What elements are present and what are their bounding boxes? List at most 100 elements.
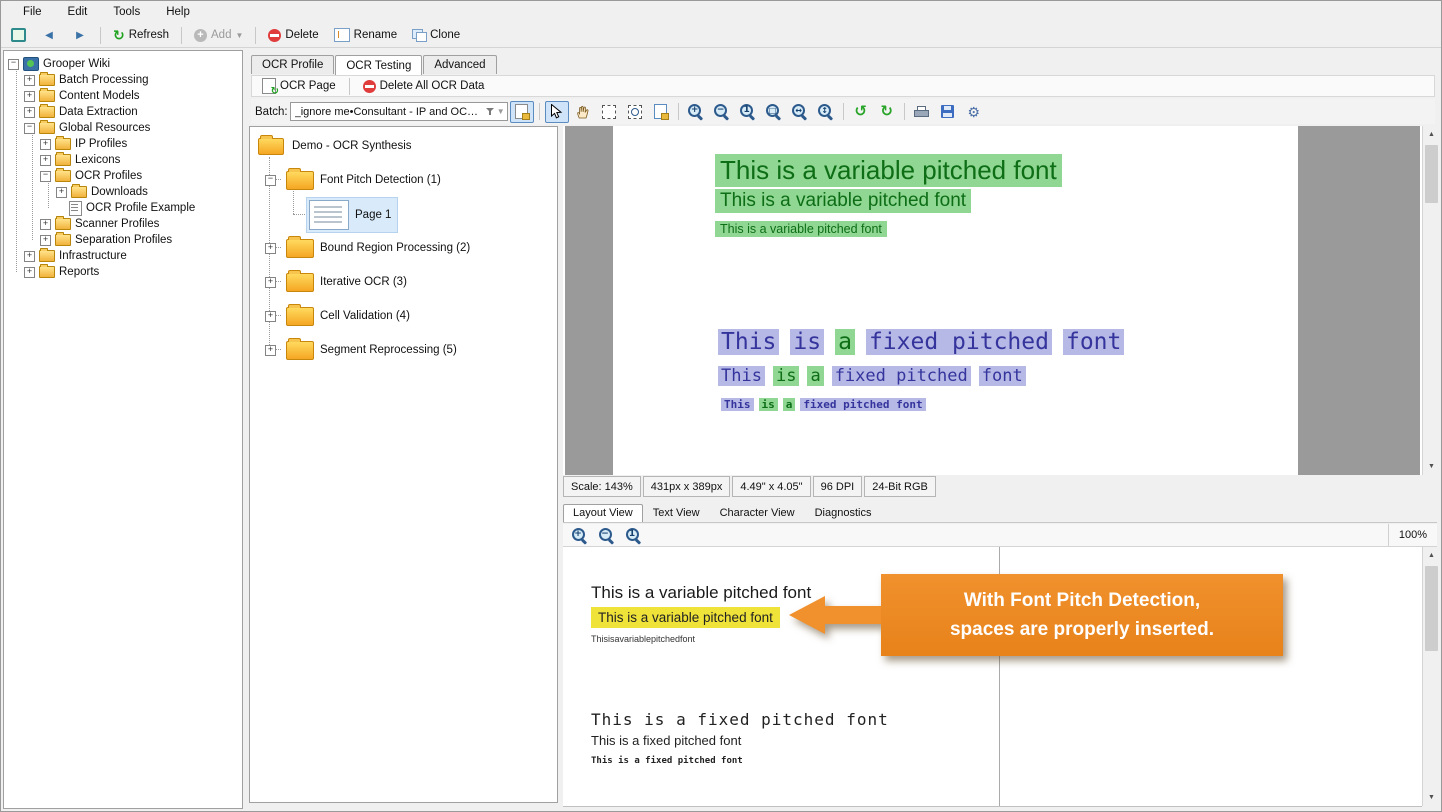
layout-zoom-out-button[interactable]: [594, 524, 618, 546]
expand-icon[interactable]: [40, 155, 51, 166]
forward-button[interactable]: ▶: [66, 27, 94, 44]
print-button[interactable]: [910, 101, 934, 123]
tree-item-separation-profiles[interactable]: Separation Profiles: [4, 232, 242, 248]
rotate-right-button[interactable]: ↻: [875, 101, 899, 123]
tab-ocr-profile[interactable]: OCR Profile: [251, 55, 334, 74]
zoom-in-button[interactable]: [684, 101, 708, 123]
delete-all-ocr-data-button[interactable]: Delete All OCR Data: [357, 77, 491, 96]
page-thumbnail[interactable]: [309, 200, 349, 230]
menu-file[interactable]: File: [11, 4, 54, 20]
batch-folder-font-pitch-detection[interactable]: Font Pitch Detection (1): [265, 169, 441, 191]
image-settings-button[interactable]: ⚙: [962, 101, 986, 123]
document-preview[interactable]: This is a variable pitched font This is …: [563, 126, 1422, 475]
tree-item-label: Content Models: [59, 90, 140, 102]
scroll-down-icon[interactable]: ▼: [1423, 789, 1440, 806]
scrollbar-thumb[interactable]: [1425, 566, 1438, 651]
layout-zoom-actual-button[interactable]: [621, 524, 645, 546]
menu-help[interactable]: Help: [154, 4, 202, 20]
scroll-up-icon[interactable]: ▲: [1423, 547, 1440, 564]
page-magnifier-tool-button[interactable]: [649, 101, 673, 123]
filter-icon[interactable]: [486, 107, 495, 116]
hand-icon: [576, 105, 590, 119]
expand-icon[interactable]: [265, 243, 276, 254]
callout-text-line2: spaces are properly inserted.: [881, 615, 1283, 644]
zoom-actual-size-button[interactable]: [736, 101, 760, 123]
menu-edit[interactable]: Edit: [56, 4, 100, 20]
batch-folder-bound-region-processing[interactable]: Bound Region Processing (2): [265, 237, 470, 259]
layout-view-panel[interactable]: This is a variable pitched font This is …: [563, 547, 1422, 807]
pointer-tool-button[interactable]: [545, 101, 569, 123]
batch-folder-iterative-ocr[interactable]: Iterative OCR (3): [265, 271, 407, 293]
scroll-up-icon[interactable]: ▲: [1423, 126, 1440, 143]
zoom-fit-height-button[interactable]: [814, 101, 838, 123]
rotate-left-button[interactable]: ↺: [849, 101, 873, 123]
save-button[interactable]: [936, 101, 960, 123]
expand-icon[interactable]: [56, 187, 67, 198]
pan-tool-button[interactable]: [571, 101, 595, 123]
tree-item-reports[interactable]: Reports: [4, 264, 242, 280]
batch-page-1[interactable]: Page 1: [306, 197, 398, 233]
tree-item-data-extraction[interactable]: Data Extraction: [4, 104, 242, 120]
layout-scrollbar[interactable]: ▲ ▼: [1422, 547, 1439, 806]
tab-advanced[interactable]: Advanced: [423, 55, 496, 74]
delete-button[interactable]: Delete: [262, 26, 324, 45]
tree-item-ip-profiles[interactable]: IP Profiles: [4, 136, 242, 152]
tree-item-downloads[interactable]: Downloads: [4, 184, 242, 200]
expand-icon[interactable]: [24, 107, 35, 118]
expand-icon[interactable]: [24, 91, 35, 102]
tree-item-ocr-profile-example[interactable]: OCR Profile Example: [4, 200, 242, 216]
tab-character-view[interactable]: Character View: [710, 504, 805, 522]
tab-layout-view[interactable]: Layout View: [563, 504, 643, 522]
tree-item-lexicons[interactable]: Lexicons: [4, 152, 242, 168]
scrollbar-thumb[interactable]: [1425, 145, 1438, 203]
zoom-fit-page-button[interactable]: [762, 101, 786, 123]
ocr-word: fixed pitched: [832, 366, 971, 386]
expand-icon[interactable]: [24, 251, 35, 262]
batch-folder-segment-reprocessing[interactable]: Segment Reprocessing (5): [265, 339, 457, 361]
clone-button[interactable]: Clone: [406, 26, 466, 44]
back-button[interactable]: ◀: [35, 27, 63, 44]
collapse-icon[interactable]: [8, 59, 19, 70]
zoom-region-tool-button[interactable]: [623, 101, 647, 123]
zoom-fit-width-button[interactable]: [788, 101, 812, 123]
expand-icon[interactable]: [24, 267, 35, 278]
ocr-page-button[interactable]: OCR Page: [256, 75, 342, 97]
batch-root-node[interactable]: Demo - OCR Synthesis: [258, 135, 412, 157]
tab-diagnostics[interactable]: Diagnostics: [805, 504, 882, 522]
tree-item-global-resources[interactable]: Global Resources: [4, 120, 242, 136]
batch-folder-cell-validation[interactable]: Cell Validation (4): [265, 305, 410, 327]
scroll-down-icon[interactable]: ▼: [1423, 458, 1440, 475]
tab-text-view[interactable]: Text View: [643, 504, 710, 522]
chevron-down-icon[interactable]: ▼: [497, 107, 505, 116]
tree-item-scanner-profiles[interactable]: Scanner Profiles: [4, 216, 242, 232]
batch-select[interactable]: _ignore me•Consultant - IP and OCR... ▼: [290, 102, 508, 121]
expand-icon[interactable]: [40, 235, 51, 246]
refresh-button[interactable]: ↻ Refresh: [107, 25, 175, 45]
layout-zoom-in-button[interactable]: [567, 524, 591, 546]
expand-icon[interactable]: [40, 219, 51, 230]
collapse-icon[interactable]: [40, 171, 51, 182]
ocr-line-fixed-large: Thisisafixed pitchedfont: [718, 329, 1135, 355]
add-button[interactable]: + Add ▼: [188, 26, 249, 45]
expand-icon[interactable]: [24, 75, 35, 86]
collapse-icon[interactable]: [265, 175, 276, 186]
lock-pages-toggle[interactable]: [510, 101, 534, 123]
expand-icon[interactable]: [40, 139, 51, 150]
tab-ocr-testing[interactable]: OCR Testing: [335, 55, 422, 75]
tree-item-grooper-wiki[interactable]: Grooper Wiki: [4, 56, 242, 72]
expand-icon[interactable]: [265, 345, 276, 356]
expand-icon[interactable]: [265, 277, 276, 288]
collapse-icon[interactable]: [24, 123, 35, 134]
rename-button[interactable]: Rename: [328, 25, 403, 45]
expand-icon[interactable]: [265, 311, 276, 322]
preview-scrollbar[interactable]: ▲ ▼: [1422, 126, 1439, 475]
zoom-out-button[interactable]: [710, 101, 734, 123]
tree-item-ocr-profiles[interactable]: OCR Profiles: [4, 168, 242, 184]
folder-icon: [55, 218, 71, 230]
tree-item-infrastructure[interactable]: Infrastructure: [4, 248, 242, 264]
tree-item-content-models[interactable]: Content Models: [4, 88, 242, 104]
root-node-button[interactable]: [5, 25, 32, 45]
tree-item-batch-processing[interactable]: Batch Processing: [4, 72, 242, 88]
menu-tools[interactable]: Tools: [101, 4, 152, 20]
select-region-tool-button[interactable]: [597, 101, 621, 123]
